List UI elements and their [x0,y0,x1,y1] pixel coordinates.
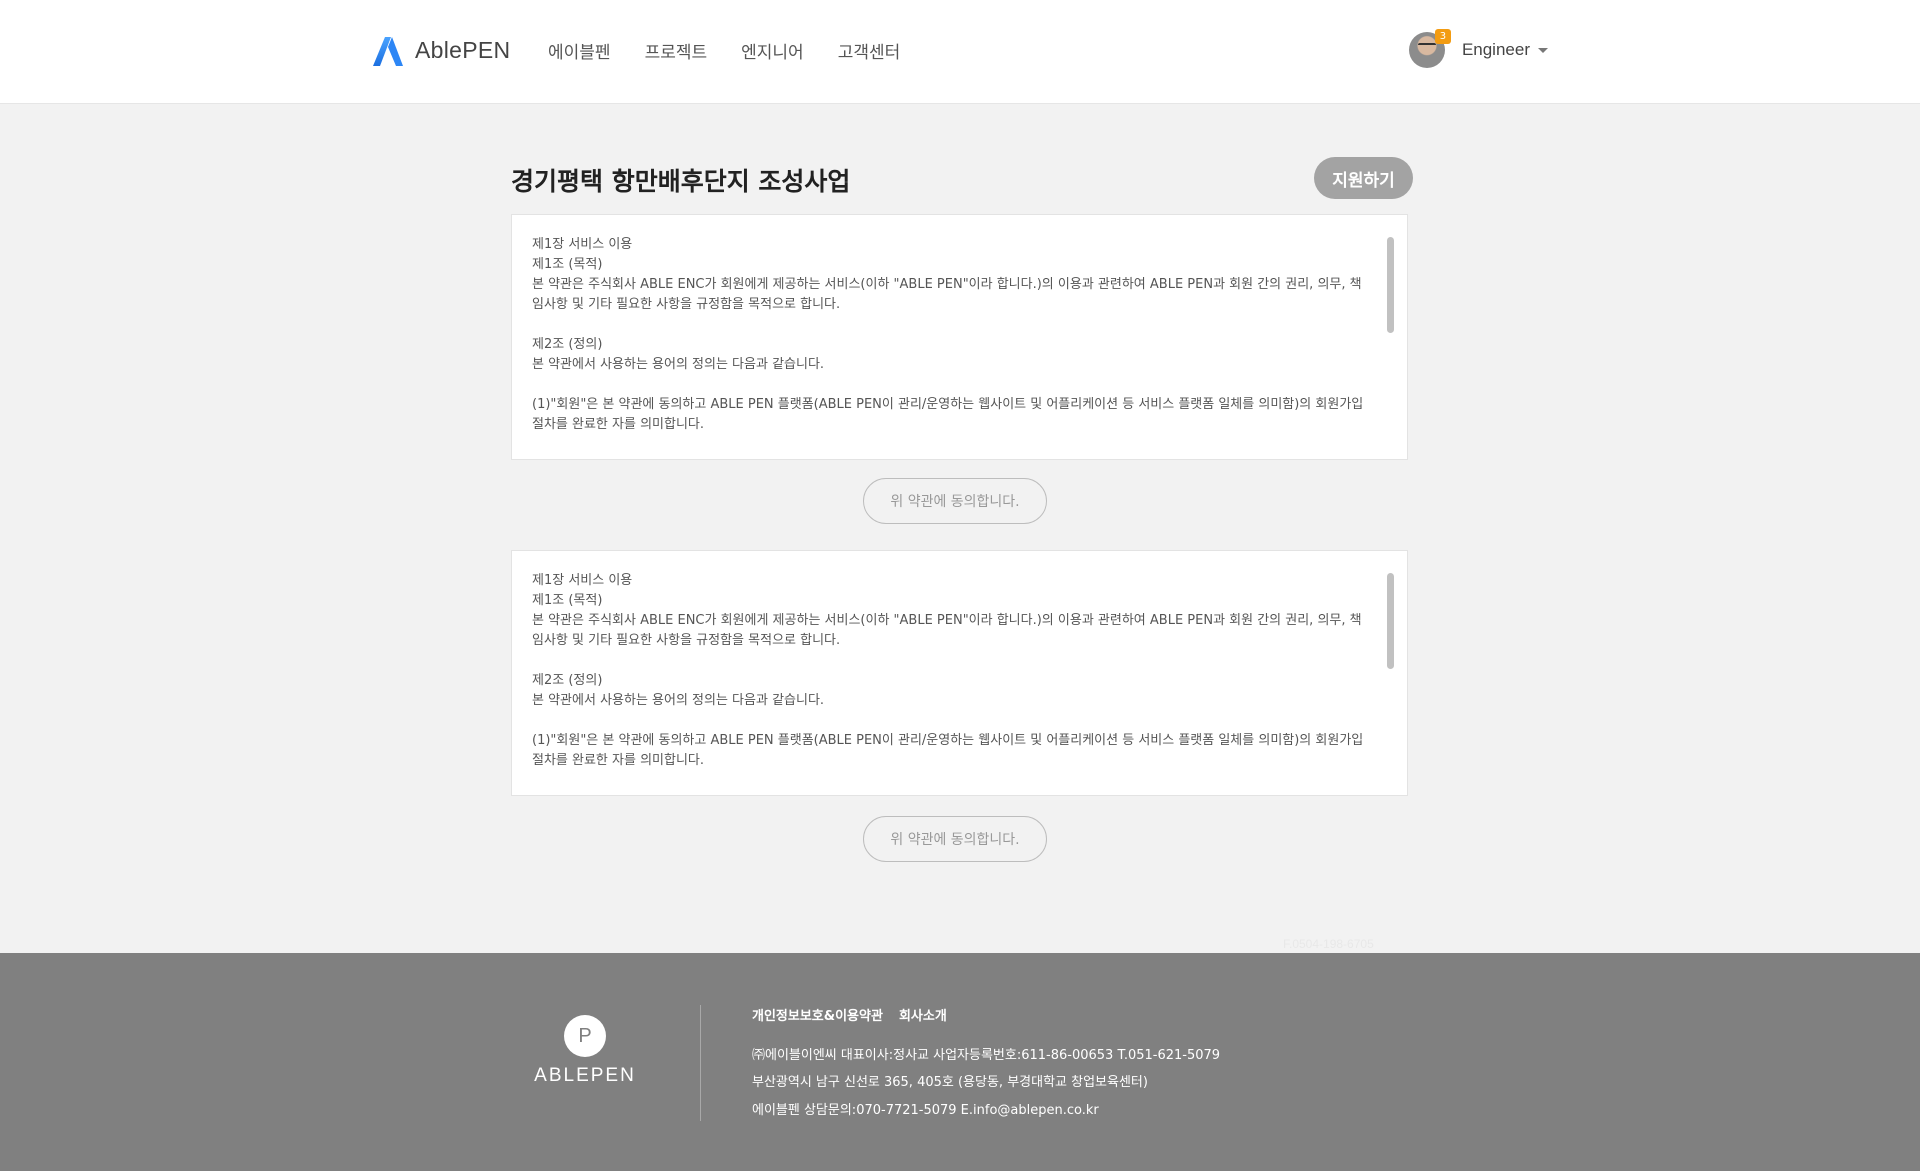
ablepen-logo-icon [373,37,403,66]
privacy-terms-link[interactable]: 개인정보보호&이용약관 [752,1005,883,1024]
scrollbar[interactable] [1387,237,1394,333]
nav-item-ablepen[interactable]: 에이블펜 [548,38,611,63]
footer-links: 개인정보보호&이용약관 회사소개 [752,1005,947,1024]
logo[interactable]: AblePEN [371,33,510,67]
terms-box[interactable]: 제1장 서비스 이용 제1조 (목적) 본 약관은 주식회사 ABLE ENC가… [511,214,1408,460]
header: AblePEN 에이블펜 프로젝트 엔지니어 고객센터 3 Engineer [0,0,1920,104]
company-info: ㈜에이블이엔씨 대표이사:정사교 사업자등록번호:611-86-00653 T.… [752,1048,1221,1063]
nav-item-support[interactable]: 고객센터 [838,38,901,63]
company-address: 부산광역시 남구 신선로 365, 405호 (용당동, 부경대학교 창업보육센… [752,1075,1148,1090]
faint-text: F.0504-198-6705 [1283,937,1374,951]
footer: P ABLEPEN 개인정보보호&이용약관 회사소개 ㈜에이블이엔씨 대표이사:… [0,953,1920,1171]
terms-text: 제1장 서비스 이용 제1조 (목적) 본 약관은 주식회사 ABLE ENC가… [532,573,1364,768]
scrollbar[interactable] [1387,573,1394,669]
company-intro-link[interactable]: 회사소개 [899,1005,947,1024]
avatar[interactable]: 3 [1408,29,1451,68]
footer-divider [700,1005,701,1121]
terms-box[interactable]: 제1장 서비스 이용 제1조 (목적) 본 약관은 주식회사 ABLE ENC가… [511,550,1408,796]
footer-logo-icon: P [564,1015,606,1057]
logo-text: AblePEN [415,36,511,63]
nav-item-engineer[interactable]: 엔지니어 [741,38,804,63]
notification-badge: 3 [1434,29,1451,44]
footer-logo-text: ABLEPEN [534,1065,636,1086]
user-name[interactable]: Engineer [1462,40,1530,60]
agree-button[interactable]: 위 약관에 동의합니다. [863,478,1047,524]
apply-button[interactable]: 지원하기 [1314,157,1413,199]
terms-text: 제1장 서비스 이용 제1조 (목적) 본 약관은 주식회사 ABLE ENC가… [532,237,1364,432]
main-nav: 에이블펜 프로젝트 엔지니어 고객센터 [548,38,900,63]
user-menu[interactable]: 3 Engineer [1408,29,1548,68]
page-title: 경기평택 항만배후단지 조성사업 [511,167,851,196]
agree-button[interactable]: 위 약관에 동의합니다. [863,816,1047,862]
contact-info: 에이블펜 상담문의:070-7721-5079 E.info@ablepen.c… [752,1103,1099,1118]
nav-item-project[interactable]: 프로젝트 [645,38,708,63]
chevron-down-icon[interactable] [1538,47,1548,53]
footer-logo: P ABLEPEN [530,1015,640,1087]
